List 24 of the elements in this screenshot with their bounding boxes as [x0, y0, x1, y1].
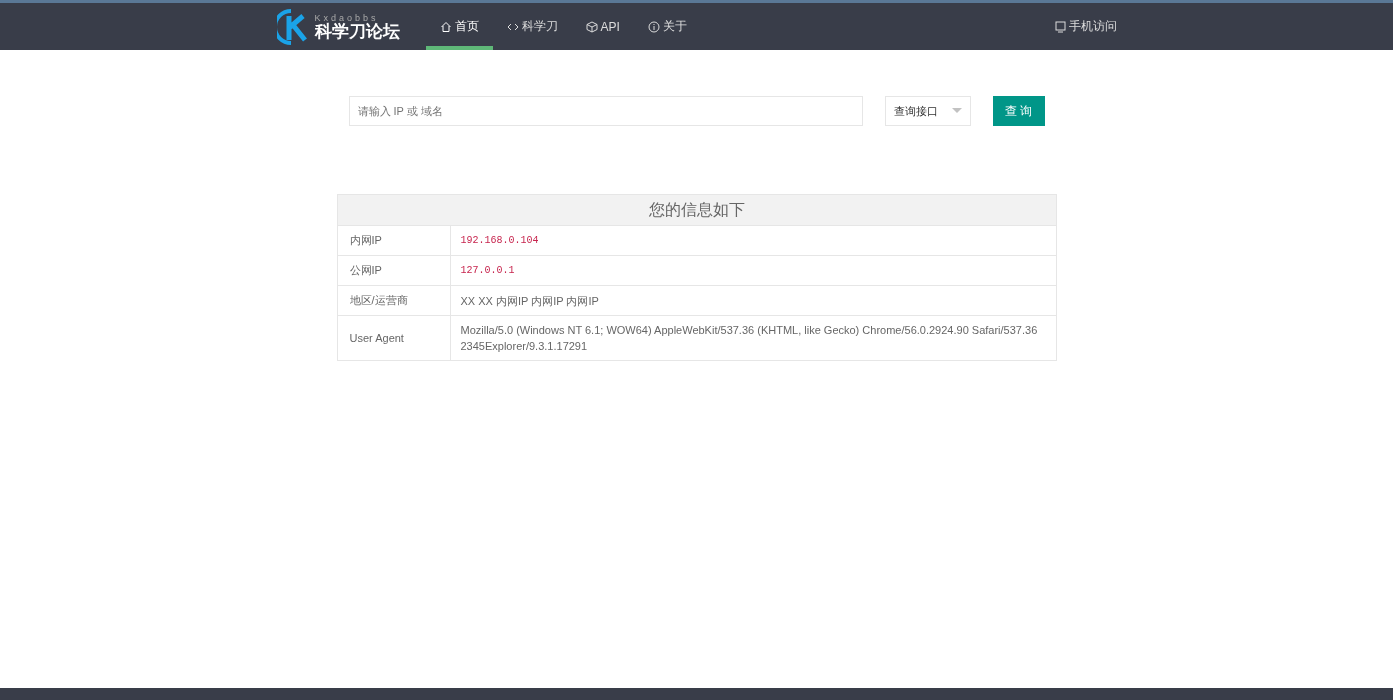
row-label: 公网IP [337, 256, 451, 285]
ip-domain-input[interactable]: 请输入 IP 或 域名 [348, 96, 863, 126]
caret-icon [951, 108, 962, 114]
nav-tab[interactable]: 关于 [633, 3, 701, 50]
row-label: 内网IP [337, 226, 451, 255]
query-button[interactable]: 查 询 [992, 96, 1045, 126]
row-value: 127.0.0.1 [459, 263, 516, 278]
row-value: Mozilla/5.0 (Windows NT 6.1; WOW64) AppleWebKit/537.36 (KHTML, like Gecko) Chrome/56.0.2924.90 Safari/537.36 2345Explorer/9.3.1.17291 [459, 323, 1039, 354]
table-title: 您的信息如下 [337, 195, 1056, 225]
home-icon [439, 20, 452, 33]
query-api-select[interactable]: 查询接口 [884, 96, 971, 126]
logo-title: 科学刀论坛 [314, 22, 400, 40]
info-circle-icon [647, 20, 660, 33]
nav-tab[interactable]: 首页 [425, 3, 493, 50]
mobile-access-link[interactable]: 手机访问 [1054, 3, 1117, 50]
row-label: User Agent [337, 316, 451, 360]
row-label: 地区/运营商 [337, 286, 451, 315]
row-value: XX XX 内网IP 内网IP 内网IP [459, 293, 600, 309]
logo-subtitle: Kxdaobbs [314, 13, 380, 23]
row-value: 192.168.0.104 [459, 233, 540, 248]
nav-tab[interactable]: 科学刀 [492, 3, 572, 50]
cube-icon [585, 20, 598, 33]
monitor-icon [1054, 20, 1066, 33]
nav-tab[interactable]: API [571, 3, 634, 50]
